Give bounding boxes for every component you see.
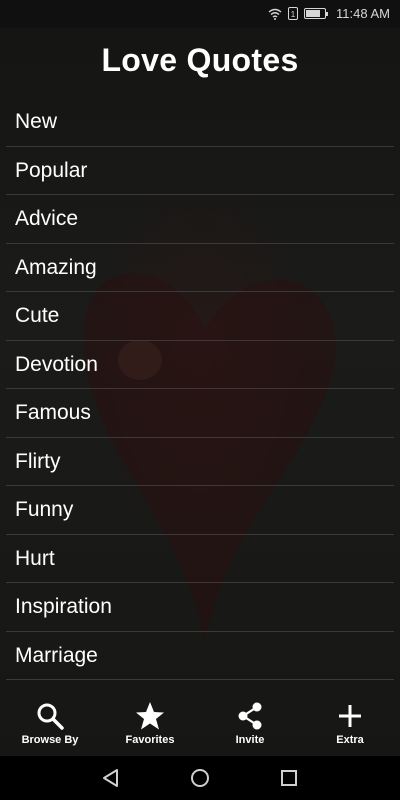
- extra-label: Extra: [336, 734, 364, 746]
- category-item-hurt[interactable]: Hurt: [6, 535, 394, 583]
- category-item-advice[interactable]: Advice: [6, 195, 394, 244]
- battery-icon: [304, 8, 329, 19]
- page-title: Love Quotes: [101, 42, 299, 78]
- sim-icon: 1: [288, 7, 299, 20]
- bottom-nav: Browse By Favorites Invite Extra: [0, 692, 400, 756]
- browse-by-label: Browse By: [21, 734, 79, 746]
- category-item-marriage[interactable]: Marriage: [6, 632, 394, 680]
- battery-level: [306, 10, 321, 17]
- favorites-label: Favorites: [125, 734, 175, 746]
- invite-label: Invite: [235, 734, 265, 746]
- browse-by-button[interactable]: Browse By: [0, 692, 100, 756]
- wifi-icon: [268, 8, 282, 20]
- category-item-amazing[interactable]: Amazing: [6, 244, 394, 292]
- status-time: 11:48 AM: [336, 6, 390, 21]
- invite-button[interactable]: Invite: [200, 692, 300, 756]
- system-navigation-bar: [0, 756, 400, 800]
- home-icon[interactable]: [189, 767, 211, 789]
- share-icon: [235, 701, 265, 731]
- recents-icon[interactable]: [278, 767, 300, 789]
- star-icon: [135, 701, 165, 731]
- category-item-devotion[interactable]: Devotion: [6, 341, 394, 389]
- favorites-button[interactable]: Favorites: [100, 692, 200, 756]
- category-item-famous[interactable]: Famous: [6, 389, 394, 438]
- category-item-cute[interactable]: Cute: [6, 292, 394, 341]
- category-list: New Popular Advice Amazing Cute Devotion…: [6, 98, 394, 680]
- extra-button[interactable]: Extra: [300, 692, 400, 756]
- category-item-inspiration[interactable]: Inspiration: [6, 583, 394, 632]
- back-icon[interactable]: [100, 767, 122, 789]
- search-icon: [35, 701, 65, 731]
- category-item-new[interactable]: New: [6, 98, 394, 147]
- plus-icon: [335, 701, 365, 731]
- category-item-flirty[interactable]: Flirty: [6, 438, 394, 486]
- status-bar: 1 11:48 AM: [0, 0, 400, 28]
- category-item-popular[interactable]: Popular: [6, 147, 394, 195]
- category-item-funny[interactable]: Funny: [6, 486, 394, 535]
